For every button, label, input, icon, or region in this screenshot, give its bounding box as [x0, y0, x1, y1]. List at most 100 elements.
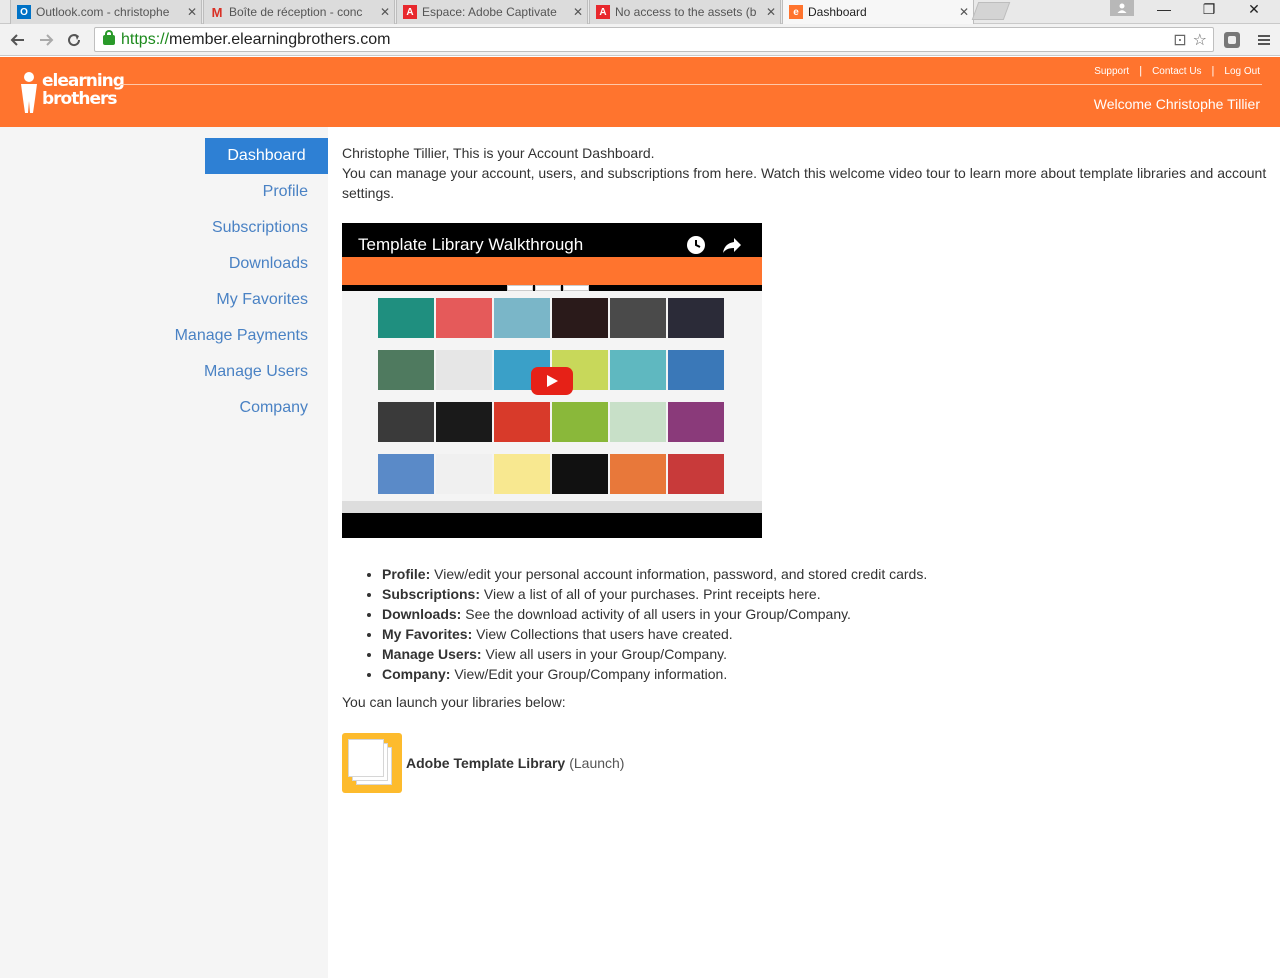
video-thumbnail [494, 298, 550, 338]
person-icon [1117, 3, 1127, 13]
link-separator: | [1211, 65, 1215, 77]
video-site-tabs [507, 285, 589, 291]
video-site-header [342, 257, 762, 285]
video-player[interactable]: Template Library Walkthrough [342, 223, 762, 538]
new-tab-button[interactable] [971, 2, 1011, 20]
video-thumbnail [552, 454, 608, 494]
play-button[interactable] [531, 367, 573, 395]
library-launch-link[interactable]: (Launch) [569, 755, 624, 771]
list-item: My Favorites: View Collections that user… [382, 624, 927, 644]
browser-tab-adobe-captivate[interactable]: A Espace: Adobe Captivate ✕ [396, 0, 588, 24]
close-icon[interactable]: ✕ [955, 5, 973, 19]
browser-tabstrip: O Outlook.com - christophe ✕ M Boîte de … [0, 0, 1280, 24]
sidebar-item-manage-payments[interactable]: Manage Payments [128, 318, 308, 354]
back-arrow-icon [10, 34, 24, 46]
contact-us-link[interactable]: Contact Us [1152, 66, 1201, 77]
video-thumbnail [378, 402, 434, 442]
address-bar[interactable]: https://member.elearningbrothers.com ⊡ ☆ [94, 27, 1214, 52]
adobe-icon: A [403, 5, 417, 19]
template-library-icon[interactable] [342, 733, 402, 793]
list-item: Manage Users: View all users in your Gro… [382, 644, 927, 664]
video-thumbnail [552, 298, 608, 338]
bookmark-star-icon[interactable]: ☆ [1193, 30, 1207, 50]
support-link[interactable]: Support [1094, 66, 1129, 77]
chrome-menu-button[interactable] [1252, 28, 1276, 52]
translate-icon[interactable]: ⊡ [1173, 30, 1186, 50]
close-icon[interactable]: ✕ [183, 5, 201, 19]
close-icon[interactable]: ✕ [569, 5, 587, 19]
sidebar-item-dashboard[interactable]: Dashboard [205, 138, 328, 174]
video-thumbnail [610, 350, 666, 390]
profile-icon[interactable] [1110, 0, 1134, 16]
video-thumbnail [494, 454, 550, 494]
back-button[interactable] [6, 28, 30, 52]
video-thumbnail [668, 298, 724, 338]
gmail-icon: M [211, 4, 223, 20]
sidebar: Dashboard Profile Subscriptions Download… [0, 127, 328, 978]
forward-button[interactable] [34, 28, 58, 52]
sidebar-item-company[interactable]: Company [185, 390, 308, 426]
video-thumbnail [436, 350, 492, 390]
dashboard-intro: Christophe Tillier, This is your Account… [342, 143, 1272, 203]
extension-button[interactable] [1220, 28, 1244, 52]
hamburger-menu-icon [1258, 35, 1270, 45]
site-header: elearning brothers [0, 57, 1280, 127]
link-separator: | [1139, 65, 1143, 77]
intro-greeting: Christophe Tillier, This is your Account… [342, 145, 655, 161]
video-thumbnail [378, 454, 434, 494]
intro-description: You can manage your account, users, and … [342, 165, 1267, 201]
browser-tab-gmail[interactable]: M Boîte de réception - conc ✕ [203, 0, 395, 24]
logo-text-line1: elearning [42, 71, 125, 91]
video-thumbnail [552, 402, 608, 442]
library-name[interactable]: Adobe Template Library [406, 755, 565, 771]
video-thumbnail [668, 350, 724, 390]
video-thumbnail [610, 454, 666, 494]
adobe-icon: A [596, 5, 610, 19]
list-item: Profile: View/edit your personal account… [382, 564, 927, 584]
close-icon[interactable]: ✕ [762, 5, 780, 19]
browser-tab-no-access[interactable]: A No access to the assets (b ✕ [589, 0, 781, 24]
video-thumbnail [436, 298, 492, 338]
browser-tab-dashboard[interactable]: e Dashboard ✕ [782, 0, 974, 24]
video-thumbnail [494, 402, 550, 442]
log-out-link[interactable]: Log Out [1224, 66, 1260, 77]
list-item: Subscriptions: View a list of all of you… [382, 584, 927, 604]
restore-button[interactable]: ❐ [1195, 0, 1223, 18]
library-launch-row[interactable]: Adobe Template Library (Launch) [342, 733, 624, 793]
video-thumbnail [610, 402, 666, 442]
close-icon[interactable]: ✕ [376, 5, 394, 19]
video-thumbnail [668, 402, 724, 442]
browser-toolbar: https://member.elearningbrothers.com ⊡ ☆ [0, 24, 1280, 56]
logo-text-line2: brothers [42, 89, 117, 109]
outlook-icon: O [17, 5, 31, 19]
video-thumbnail [378, 298, 434, 338]
reload-button[interactable] [62, 28, 86, 52]
sidebar-item-my-favorites[interactable]: My Favorites [185, 282, 308, 318]
sidebar-item-profile[interactable]: Profile [185, 174, 308, 210]
welcome-message: Welcome Christophe Tillier [1093, 96, 1260, 112]
list-item: Company: View/Edit your Group/Company in… [382, 664, 927, 684]
video-title[interactable]: Template Library Walkthrough [358, 235, 583, 255]
window-close-button[interactable]: ✕ [1240, 0, 1268, 18]
sidebar-item-manage-users[interactable]: Manage Users [148, 354, 308, 390]
extension-icon [1224, 32, 1240, 48]
elearning-icon: e [789, 5, 803, 19]
logo-figure-icon [21, 72, 37, 113]
minimize-button[interactable]: — [1150, 0, 1178, 18]
video-thumbnail [436, 402, 492, 442]
sidebar-item-downloads[interactable]: Downloads [185, 246, 308, 282]
watch-later-icon[interactable] [685, 235, 707, 257]
video-thumbnail [668, 454, 724, 494]
reload-icon [68, 34, 81, 47]
header-divider [120, 84, 1262, 85]
video-thumbnail [378, 350, 434, 390]
browser-tab-outlook[interactable]: O Outlook.com - christophe ✕ [10, 0, 202, 24]
lock-icon [103, 29, 115, 45]
launch-libraries-text: You can launch your libraries below: [342, 694, 566, 710]
share-icon[interactable] [721, 235, 743, 257]
header-links: Support | Contact Us | Log Out [1094, 65, 1260, 77]
sidebar-item-subscriptions[interactable]: Subscriptions [148, 210, 308, 246]
elearning-brothers-logo[interactable]: elearning brothers [18, 69, 125, 115]
forward-arrow-icon [40, 34, 54, 46]
url-scheme: https:// [121, 30, 170, 48]
